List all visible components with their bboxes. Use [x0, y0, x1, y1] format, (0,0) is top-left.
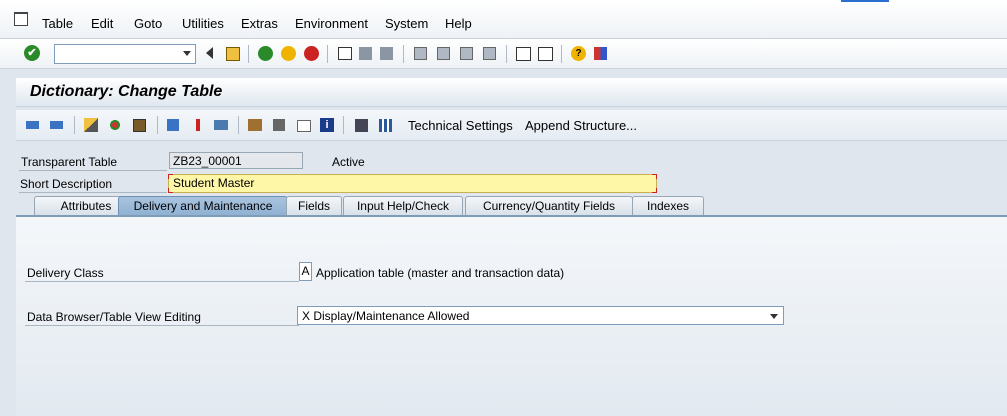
- tab-label: Input Help/Check: [356, 199, 450, 213]
- field-marker: [652, 174, 657, 179]
- new-session-icon[interactable]: [516, 47, 531, 61]
- display-object-icon[interactable]: [297, 120, 311, 132]
- where-used-icon[interactable]: [196, 119, 200, 131]
- previous-page-icon[interactable]: [437, 47, 450, 60]
- find-next-icon[interactable]: [380, 47, 393, 60]
- save-icon[interactable]: [226, 47, 240, 61]
- info-icon[interactable]: i: [320, 118, 334, 132]
- label-underline: [19, 192, 167, 193]
- short-description-label: Short Description: [20, 177, 113, 191]
- first-page-icon[interactable]: [414, 47, 427, 60]
- cancel-icon[interactable]: [304, 46, 319, 61]
- help-icon[interactable]: ?: [571, 46, 586, 61]
- delivery-class-description: Application table (master and transactio…: [316, 266, 565, 280]
- display-change-icon[interactable]: [84, 118, 98, 132]
- table-name-value: ZB23_00001: [173, 154, 242, 168]
- tab-fields[interactable]: Fields: [286, 196, 342, 216]
- tab-label: Currency/Quantity Fields: [482, 199, 616, 213]
- table-name-field[interactable]: ZB23_00001: [169, 152, 303, 169]
- menu-goto[interactable]: Goto: [134, 16, 162, 31]
- status-text: Active: [332, 155, 365, 169]
- toolbar-separator: [248, 45, 249, 63]
- arrow-left-icon[interactable]: [26, 121, 39, 129]
- shortcut-icon[interactable]: [538, 47, 553, 61]
- tab-panel-delivery-maintenance: Delivery Class A Application table (mast…: [16, 215, 1007, 416]
- menu-environment[interactable]: Environment: [295, 16, 368, 31]
- find-icon[interactable]: [359, 47, 372, 60]
- enter-check-icon[interactable]: ✔: [24, 45, 40, 61]
- delivery-class-value: A: [301, 264, 310, 278]
- label-underline: [19, 170, 167, 171]
- label-underline: [25, 281, 299, 282]
- delivery-class-label: Delivery Class: [27, 266, 104, 280]
- menu-table[interactable]: Table: [42, 16, 73, 31]
- arrow-right-icon[interactable]: [50, 121, 63, 129]
- system-menu-icon[interactable]: [14, 12, 28, 26]
- toolbar-separator: [157, 116, 158, 134]
- object-list-icon[interactable]: [273, 119, 285, 131]
- layout-menu-icon[interactable]: [594, 47, 607, 60]
- back-icon[interactable]: [258, 46, 273, 61]
- print-icon[interactable]: [338, 47, 352, 60]
- data-browser-value: X Display/Maintenance Allowed: [302, 309, 470, 323]
- delivery-class-field[interactable]: A: [299, 262, 312, 281]
- contents-icon[interactable]: [355, 119, 368, 132]
- last-page-icon[interactable]: [483, 47, 496, 60]
- exit-icon[interactable]: [281, 46, 296, 61]
- short-description-value: Student Master: [173, 176, 255, 190]
- data-browser-label: Data Browser/Table View Editing: [27, 310, 201, 324]
- tab-currency-quantity-fields[interactable]: Currency/Quantity Fields: [465, 196, 633, 216]
- append-structure-button[interactable]: Append Structure...: [525, 118, 637, 133]
- tab-indexes[interactable]: Indexes: [632, 196, 704, 216]
- toolbar-separator: [506, 45, 507, 63]
- tab-delivery-and-maintenance[interactable]: Delivery and Maintenance: [118, 196, 288, 216]
- menu-edit[interactable]: Edit: [91, 16, 113, 31]
- menu-bar: Table Edit Goto Utilities Extras Environ…: [0, 0, 1007, 39]
- hierarchy-icon[interactable]: [248, 119, 262, 131]
- command-field[interactable]: [54, 44, 196, 64]
- field-marker: [652, 188, 657, 193]
- menu-help[interactable]: Help: [445, 16, 472, 31]
- toolbar-separator: [238, 116, 239, 134]
- toolbar-separator: [327, 45, 328, 63]
- field-marker: [168, 188, 173, 193]
- label-underline: [25, 325, 299, 326]
- chevron-down-icon[interactable]: [183, 51, 191, 56]
- application-toolbar: i Technical Settings Append Structure...: [16, 110, 1007, 141]
- chevron-down-icon[interactable]: [770, 314, 778, 319]
- technical-settings-button[interactable]: Technical Settings: [408, 118, 513, 133]
- field-marker: [168, 174, 173, 179]
- toolbar-separator: [74, 116, 75, 134]
- standard-toolbar: ✔ ?: [0, 39, 1007, 69]
- activate-icon[interactable]: [167, 119, 179, 131]
- tab-label: Delivery and Maintenance: [133, 199, 273, 213]
- menu-utilities[interactable]: Utilities: [182, 16, 224, 31]
- toolbar-separator: [343, 116, 344, 134]
- menu-system[interactable]: System: [385, 16, 428, 31]
- tab-input-help-check[interactable]: Input Help/Check: [343, 196, 463, 216]
- screen-title-bar: Dictionary: Change Table: [16, 78, 1007, 107]
- tab-strip: Attributes Delivery and Maintenance Fiel…: [16, 196, 1007, 216]
- other-object-icon[interactable]: [108, 118, 122, 132]
- window-accent: [841, 0, 889, 2]
- data-browser-dropdown[interactable]: X Display/Maintenance Allowed: [297, 306, 784, 325]
- tab-label: Indexes: [646, 199, 690, 213]
- toolbar-separator: [403, 45, 404, 63]
- toolbar-separator: [561, 45, 562, 63]
- tab-label: Attributes: [60, 199, 112, 213]
- check-icon[interactable]: [133, 119, 146, 132]
- page-title: Dictionary: Change Table: [30, 83, 223, 100]
- object-navigation-icon[interactable]: [214, 120, 228, 130]
- table-fields-icon[interactable]: [379, 119, 392, 132]
- back-triangle-icon[interactable]: [206, 47, 213, 59]
- short-description-input[interactable]: Student Master: [168, 174, 657, 193]
- tab-label: Fields: [297, 199, 330, 213]
- menu-extras[interactable]: Extras: [241, 16, 278, 31]
- transparent-table-label: Transparent Table: [21, 155, 118, 169]
- next-page-icon[interactable]: [460, 47, 473, 60]
